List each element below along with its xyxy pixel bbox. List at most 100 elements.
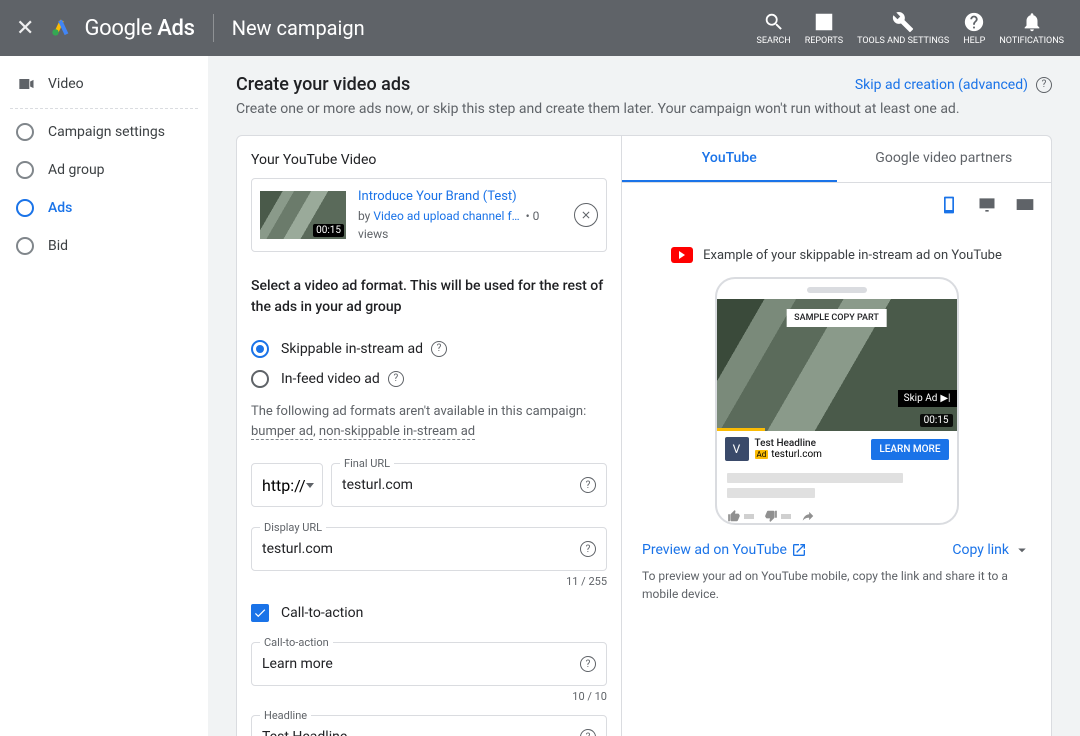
ad-panel: Your YouTube Video 00:15 Introduce Your …: [236, 135, 1052, 736]
phone-notch: [807, 287, 867, 293]
help-icon[interactable]: ?: [580, 656, 596, 672]
section-subtext: Create one or more ads now, or skip this…: [236, 101, 1052, 117]
copy-link[interactable]: Copy link: [952, 541, 1031, 559]
sidebar-item-label: Ads: [48, 200, 72, 216]
help-icon[interactable]: ?: [431, 341, 447, 357]
protocol-select[interactable]: http://: [251, 463, 323, 507]
display-url-input[interactable]: [262, 541, 596, 557]
remove-video-button[interactable]: [574, 203, 598, 227]
duration-chip: 00:15: [920, 414, 953, 427]
progress-bar: [717, 428, 765, 431]
chevron-down-icon: [306, 483, 314, 488]
headline-field[interactable]: Headline?: [251, 715, 607, 736]
sample-overlay: SAMPLE COPY PART: [786, 309, 887, 327]
preview-on-youtube-link[interactable]: Preview ad on YouTube: [642, 542, 807, 558]
sidebar-item-campaign-settings[interactable]: Campaign settings: [10, 113, 198, 151]
ad-headline: Test Headline: [755, 438, 866, 449]
skeleton: [717, 467, 957, 509]
sidebar-item-label: Ad group: [48, 162, 105, 178]
radio-infeed[interactable]: In-feed video ad?: [251, 364, 607, 394]
sidebar-item-ad-group[interactable]: Ad group: [10, 151, 198, 189]
display-url-counter: 11 / 255: [251, 575, 607, 588]
step-icon: [16, 237, 34, 255]
checkbox-icon: [251, 604, 269, 622]
step-icon: [16, 123, 34, 141]
engagement-row: [717, 509, 957, 523]
ad-video-preview: SAMPLE COPY PART Skip Ad▶| 00:15: [717, 299, 957, 431]
device-desktop-button[interactable]: [975, 193, 999, 217]
learn-more-button: LEARN MORE: [871, 439, 948, 460]
page-head: Create your video ads Skip ad creation (…: [236, 74, 1052, 95]
thumb-down-icon: [764, 509, 778, 523]
avatar: V: [725, 437, 749, 461]
preview-label: Example of your skippable in-stream ad o…: [622, 247, 1051, 263]
youtube-icon: [671, 247, 693, 263]
headline-input[interactable]: [262, 729, 596, 736]
google-ads-logo: [50, 15, 72, 41]
video-info: Introduce Your Brand (Test) by Video ad …: [358, 187, 562, 243]
radio-icon: [251, 370, 269, 388]
display-url-field[interactable]: Display URL?: [251, 527, 607, 571]
thumb-up-icon: [727, 509, 741, 523]
channel-link[interactable]: Video ad upload channel f…: [373, 209, 519, 223]
non-skippable-link[interactable]: non-skippable in-stream ad: [319, 424, 475, 440]
device-tv-button[interactable]: [1013, 193, 1037, 217]
page-title: New campaign: [232, 16, 365, 40]
format-instructions: Select a video ad format. This will be u…: [251, 276, 607, 318]
tab-partners[interactable]: Google video partners: [837, 136, 1052, 182]
step-icon: [16, 199, 34, 217]
cta-field[interactable]: Call-to-action?: [251, 642, 607, 686]
help-icon[interactable]: ?: [580, 477, 596, 493]
device-mobile-button[interactable]: [937, 193, 961, 217]
reports-button[interactable]: REPORTS: [805, 11, 843, 46]
duration-chip: 00:15: [313, 224, 344, 237]
video-thumbnail: 00:15: [260, 191, 346, 239]
section-heading: Create your video ads: [236, 74, 410, 95]
video-icon: [16, 74, 36, 94]
preview-panel: YouTube Google video partners Example of…: [622, 136, 1051, 736]
final-url-input[interactable]: [342, 477, 596, 493]
preview-hint: To preview your ad on YouTube mobile, co…: [622, 567, 1051, 619]
sidebar-item-bid[interactable]: Bid: [10, 227, 198, 265]
phone-mockup: SAMPLE COPY PART Skip Ad▶| 00:15 V Test …: [715, 277, 959, 525]
preview-tabs: YouTube Google video partners: [622, 136, 1051, 183]
your-video-label: Your YouTube Video: [251, 152, 607, 168]
notifications-button[interactable]: NOTIFICATIONS: [999, 11, 1064, 46]
cta-input[interactable]: [262, 656, 596, 672]
sidebar: Video Campaign settings Ad group Ads Bid: [0, 56, 208, 736]
sidebar-item-label: Bid: [48, 238, 68, 254]
sidebar-item-label: Video: [48, 76, 84, 92]
ad-domain: testurl.com: [771, 449, 822, 460]
radio-skippable[interactable]: Skippable in-stream ad?: [251, 334, 607, 364]
tab-youtube[interactable]: YouTube: [622, 136, 837, 182]
main-content: Create your video ads Skip ad creation (…: [208, 56, 1080, 736]
help-icon[interactable]: ?: [388, 371, 404, 387]
ad-badge: Ad: [755, 450, 769, 459]
device-selector: [622, 183, 1051, 227]
video-card: 00:15 Introduce Your Brand (Test) by Vid…: [251, 178, 607, 252]
final-url-field[interactable]: Final URL?: [331, 463, 607, 507]
search-button[interactable]: SEARCH: [757, 11, 791, 46]
preview-actions: Preview ad on YouTube Copy link: [622, 525, 1051, 567]
tools-button[interactable]: TOOLS AND SETTINGS: [857, 11, 949, 46]
ad-meta-row: V Test Headline Adtesturl.com LEARN MORE: [717, 431, 957, 467]
help-icon[interactable]: ?: [1036, 77, 1052, 93]
close-icon[interactable]: ✕: [16, 16, 34, 41]
ad-form: Your YouTube Video 00:15 Introduce Your …: [237, 136, 622, 736]
skip-link[interactable]: Skip ad creation (advanced): [855, 77, 1028, 93]
help-icon[interactable]: ?: [580, 541, 596, 557]
sidebar-divider: [10, 108, 198, 109]
open-external-icon: [791, 542, 807, 558]
video-title-link[interactable]: Introduce Your Brand (Test): [358, 187, 562, 207]
bumper-ad-link[interactable]: bumper ad: [251, 424, 313, 440]
brand-text: Google Ads: [84, 16, 194, 41]
sidebar-item-ads[interactable]: Ads: [10, 189, 198, 227]
step-icon: [16, 161, 34, 179]
cta-checkbox[interactable]: Call-to-action: [251, 604, 607, 622]
sidebar-item-label: Campaign settings: [48, 124, 165, 140]
help-button[interactable]: HELP: [963, 11, 985, 46]
share-icon: [801, 509, 815, 523]
sidebar-item-video[interactable]: Video: [10, 64, 198, 104]
unavailable-formats-note: The following ad formats aren't availabl…: [251, 402, 607, 444]
radio-icon: [251, 340, 269, 358]
